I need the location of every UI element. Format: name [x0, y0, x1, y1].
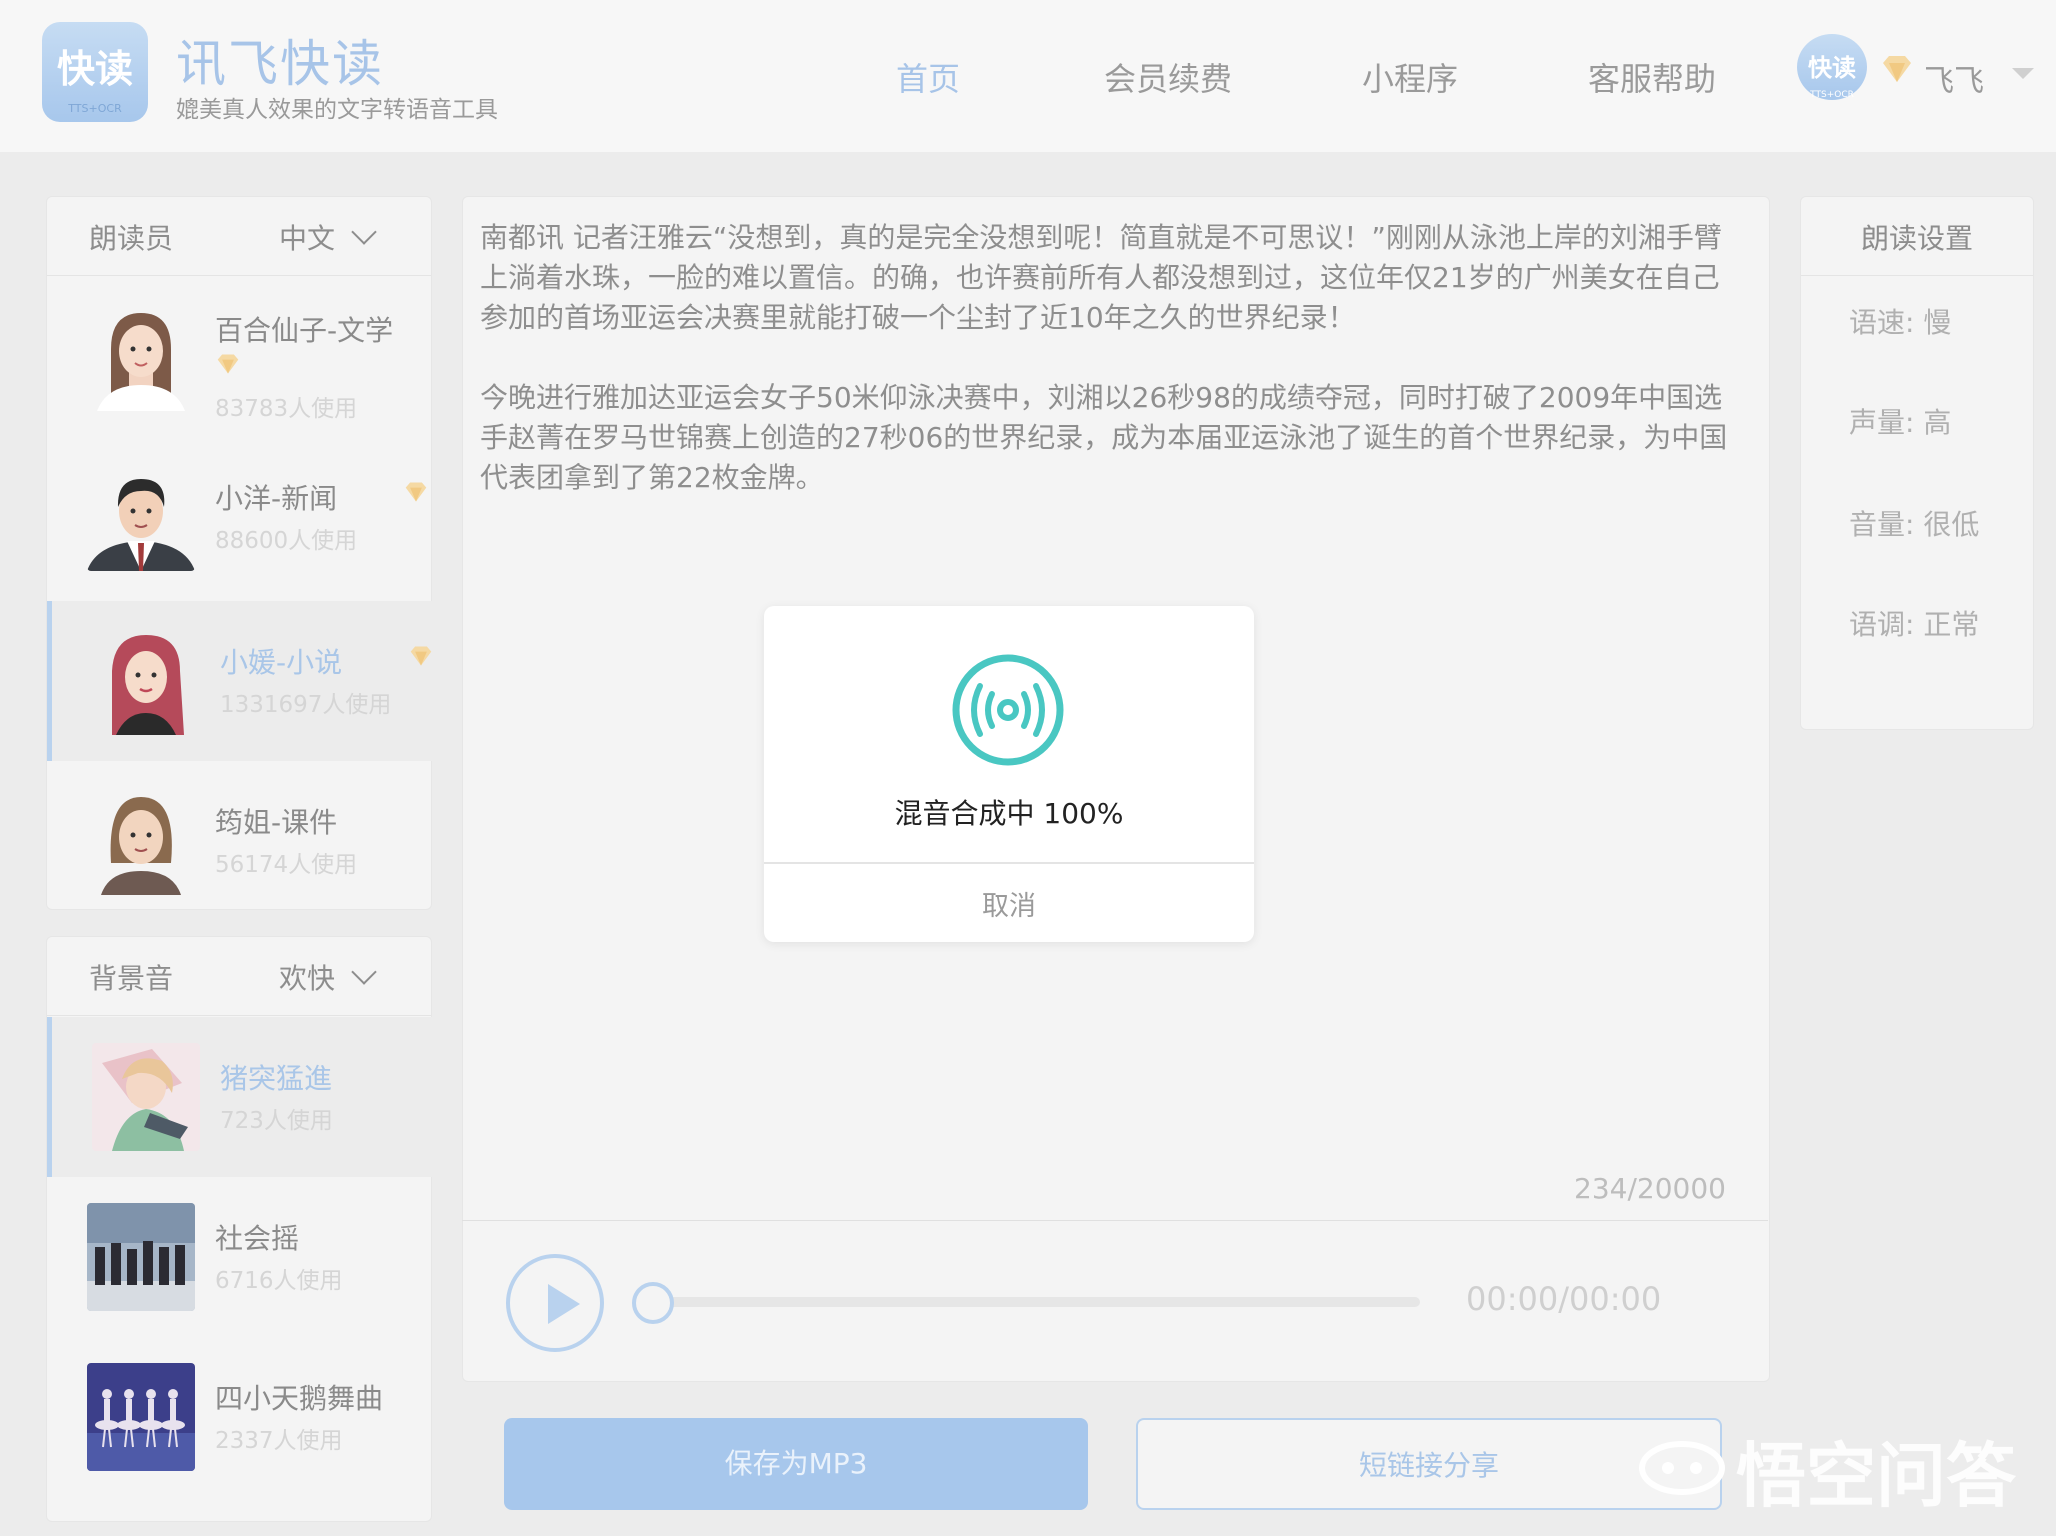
nav-membership[interactable]: 会员续费	[1104, 54, 1232, 100]
reader-item-selected[interactable]: 小媛-小说 1331697人使用	[47, 601, 434, 761]
vip-diamond-icon	[1883, 56, 1911, 82]
mood-select[interactable]: 欢快	[279, 957, 335, 997]
cancel-button[interactable]: 取消	[764, 884, 1254, 923]
bgm-usage: 723人使用	[220, 1108, 333, 1134]
nav-help[interactable]: 客服帮助	[1588, 54, 1716, 100]
logo-text: 快读	[56, 47, 133, 91]
vip-diamond-icon	[217, 354, 239, 374]
chevron-down-icon[interactable]	[351, 959, 377, 985]
brand-slogan: 媲美真人效果的文字转语音工具	[176, 97, 498, 123]
bgm-item[interactable]: 四小天鹅舞曲 2337人使用	[47, 1337, 429, 1497]
char-counter: 234/20000	[1574, 1172, 1726, 1205]
watermark-text: 悟空问答	[1736, 1435, 2016, 1517]
reader-avatar	[87, 303, 195, 411]
bgm-panel: 背景音 欢快 猪突猛進 723人使用 社会摇 6716人使用 四小天鹅舞曲 23…	[46, 936, 434, 1522]
bgm-panel-header: 背景音 欢快	[47, 937, 431, 1016]
language-select[interactable]: 中文	[279, 217, 335, 257]
chevron-down-icon[interactable]	[351, 219, 377, 245]
bgm-usage: 2337人使用	[215, 1428, 343, 1454]
settings-header: 朗读设置	[1801, 197, 2033, 276]
settings-panel: 朗读设置 语速: 慢 声量: 高 音量: 很低 语调: 正常	[1800, 196, 2034, 730]
play-icon	[548, 1284, 580, 1324]
reader-name: 小媛-小说	[220, 646, 343, 679]
nav-mini-program[interactable]: 小程序	[1362, 54, 1458, 100]
reader-avatar	[87, 787, 195, 895]
setting-volume[interactable]: 声量: 高	[1849, 401, 1951, 441]
setting-pitch[interactable]: 语调: 正常	[1849, 603, 1979, 643]
editor-divider	[462, 1220, 1768, 1221]
editor-paragraph: 今晚进行雅加达亚运会女子50米仰泳决赛中，刘湘以26秒98的成绩夺冠，同时打破了…	[480, 381, 1728, 494]
mixing-status: 混音合成中 100%	[894, 797, 1124, 830]
share-link-button[interactable]: 短链接分享	[1136, 1418, 1722, 1510]
reader-name: 筠姐-课件	[215, 806, 338, 839]
nav-home[interactable]: 首页	[896, 54, 960, 100]
vip-diamond-icon	[410, 646, 432, 666]
editor-paragraph: 南都讯 记者汪雅云“没想到，真的是完全没想到呢！简直就是不可思议！”刚刚从泳池上…	[480, 221, 1722, 334]
bgm-cover	[92, 1043, 200, 1151]
reader-avatar	[87, 463, 195, 571]
save-mp3-button[interactable]: 保存为MP3	[504, 1418, 1088, 1510]
readers-panel-header: 朗读员 中文	[47, 197, 431, 276]
brand-name: 讯飞快读	[176, 35, 384, 93]
setting-speed[interactable]: 语速: 慢	[1849, 301, 1951, 341]
logo-subtext: TTS+OCR	[68, 102, 122, 115]
top-header: 快读 TTS+OCR 讯飞快读 媲美真人效果的文字转语音工具 首页 会员续费 小…	[0, 0, 2056, 152]
dialog-divider	[764, 862, 1254, 864]
mixing-dialog: 混音合成中 100% 取消	[764, 606, 1254, 942]
reader-item[interactable]: 小洋-新闻 88600人使用	[47, 437, 429, 597]
progress-handle[interactable]	[632, 1282, 674, 1324]
bgm-usage: 6716人使用	[215, 1268, 343, 1294]
bgm-cover	[87, 1203, 195, 1311]
text-editor[interactable]: 南都讯 记者汪雅云“没想到，真的是完全没想到呢！简直就是不可思议！”刚刚从泳池上…	[480, 218, 1740, 498]
reader-usage: 83783人使用	[215, 396, 358, 422]
readers-title: 朗读员	[89, 222, 174, 255]
reader-name: 百合仙子-文学	[215, 314, 394, 347]
progress-slider[interactable]	[650, 1297, 1420, 1307]
bgm-cover	[87, 1363, 195, 1471]
user-avatar[interactable]: 快读 TTS+OCR	[1797, 34, 1867, 100]
readers-panel: 朗读员 中文 百合仙子-文学 83783人使用 小洋-新闻 88600人使用 小…	[46, 196, 434, 910]
reader-usage: 1331697人使用	[220, 692, 392, 718]
username[interactable]: 飞飞	[1924, 56, 1984, 100]
reader-name: 小洋-新闻	[215, 482, 338, 515]
bgm-item[interactable]: 社会摇 6716人使用	[47, 1177, 429, 1337]
app-logo[interactable]: 快读 TTS+OCR	[42, 22, 148, 122]
reader-usage: 88600人使用	[215, 528, 358, 554]
setting-loudness[interactable]: 音量: 很低	[1849, 503, 1979, 543]
avatar-subtext: TTS+OCR	[1810, 90, 1854, 100]
bgm-title: 背景音	[89, 962, 174, 995]
settings-title: 朗读设置	[1860, 222, 1973, 255]
bgm-item-selected[interactable]: 猪突猛進 723人使用	[47, 1017, 434, 1177]
play-button[interactable]	[506, 1254, 604, 1352]
reader-usage: 56174人使用	[215, 852, 358, 878]
broadcast-icon	[952, 654, 1064, 766]
avatar-text: 快读	[1808, 54, 1856, 82]
wukong-logo-icon	[1639, 1441, 1725, 1495]
reader-item[interactable]: 筠姐-课件 56174人使用	[47, 761, 429, 921]
playback-time: 00:00/00:00	[1466, 1280, 1662, 1318]
user-menu-chevron-icon[interactable]	[2012, 68, 2034, 79]
vip-diamond-icon	[405, 482, 427, 502]
bgm-name: 四小天鹅舞曲	[215, 1382, 384, 1415]
reader-avatar	[92, 627, 200, 735]
bgm-name: 猪突猛進	[220, 1062, 333, 1095]
reader-item[interactable]: 百合仙子-文学 83783人使用	[47, 277, 429, 437]
bgm-name: 社会摇	[215, 1222, 300, 1255]
